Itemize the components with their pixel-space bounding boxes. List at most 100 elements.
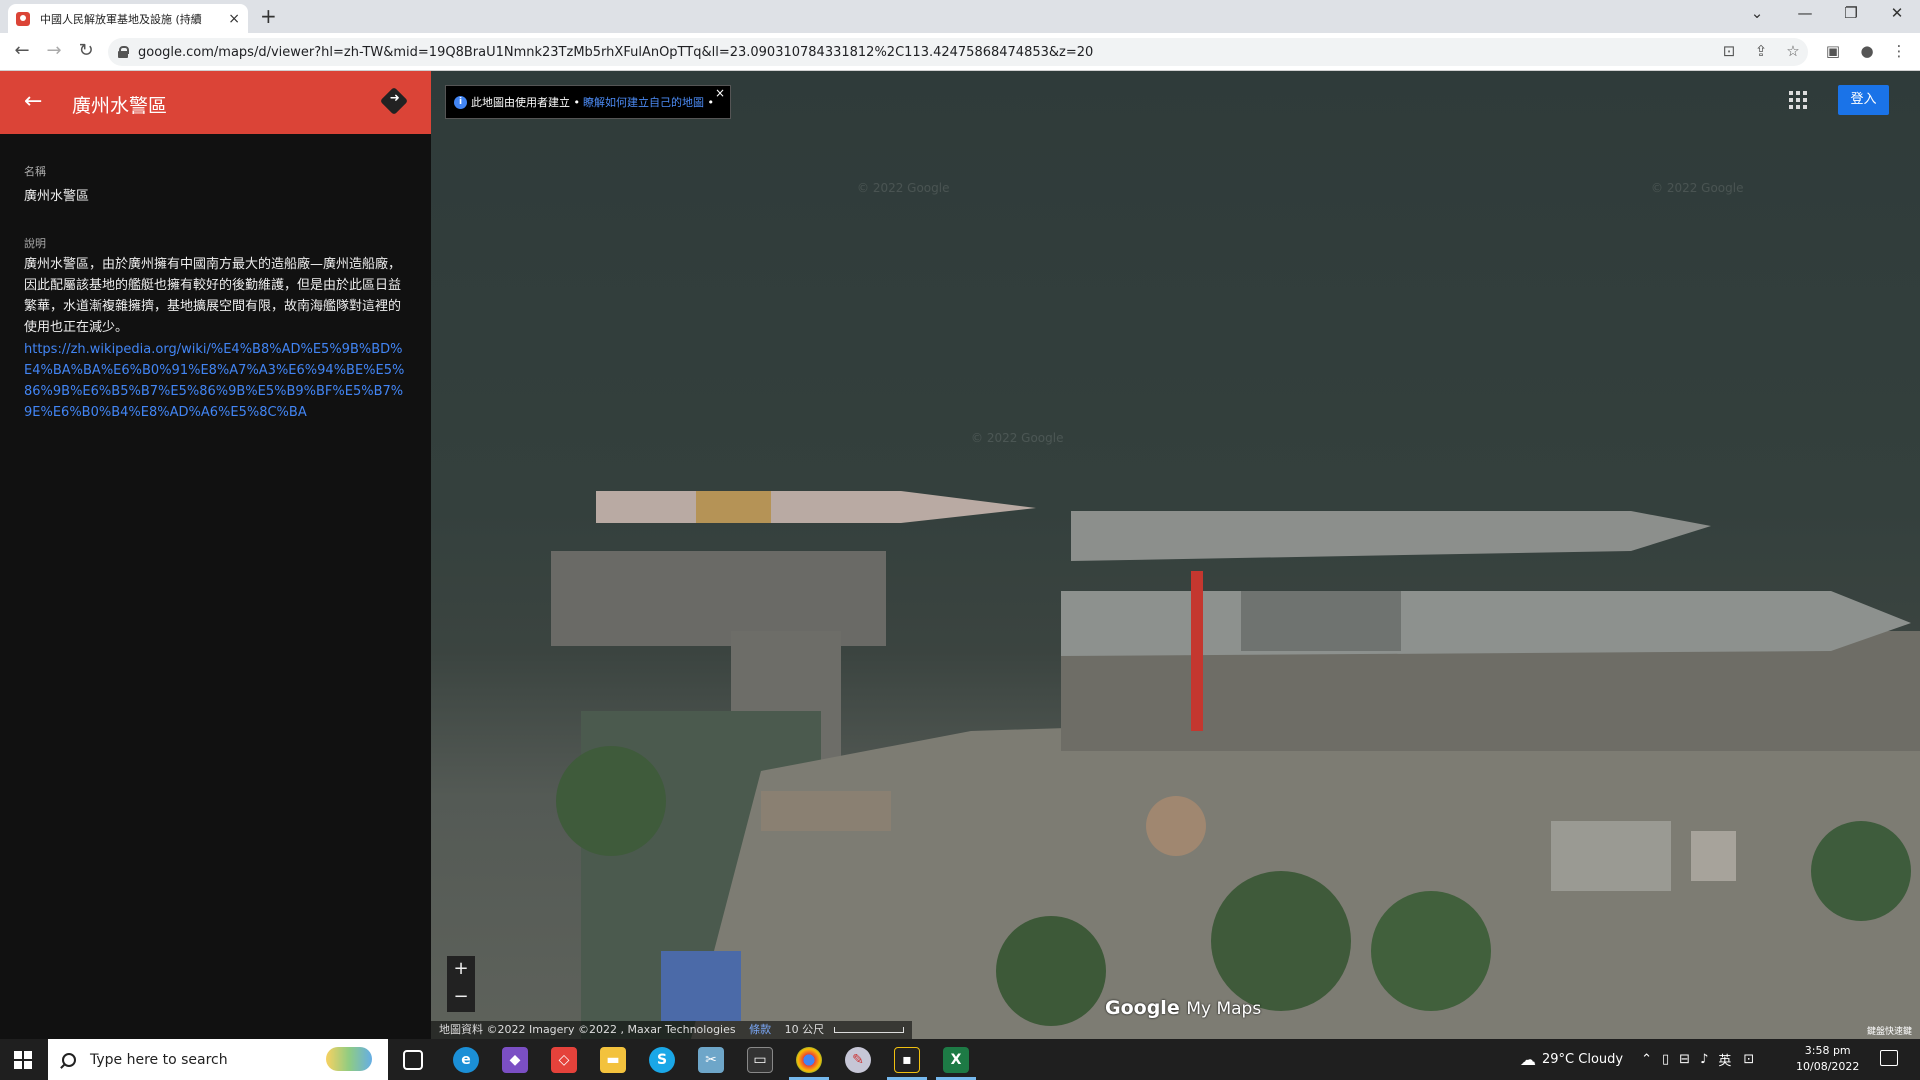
forward-icon[interactable]: → xyxy=(42,41,66,61)
name-label: 名稱 xyxy=(24,165,46,178)
building xyxy=(761,791,891,831)
satellite-imagery xyxy=(551,491,1920,1039)
battery-icon[interactable]: ▯ xyxy=(1662,1052,1669,1067)
volume-icon[interactable]: ♪ xyxy=(1700,1052,1708,1067)
directions-icon[interactable] xyxy=(379,86,409,116)
bookmark-star-icon[interactable]: ☆ xyxy=(1782,42,1804,60)
windows-taskbar: Type here to search e ◆ ◇ ▬ S ✂ ▭ ✎ ▪ X … xyxy=(0,1039,1920,1080)
minimize-button[interactable]: — xyxy=(1790,4,1820,22)
system-tray: ☁ 29°C Cloudy ⌃ ▯ ⊟ ♪ 英 ⊡ xyxy=(1520,1039,1754,1080)
windows-start-icon[interactable] xyxy=(14,1051,32,1069)
date-text: 10/08/2022 xyxy=(1796,1060,1860,1073)
taskbar-search-box[interactable]: Type here to search xyxy=(48,1039,388,1080)
share-icon[interactable]: ⇪ xyxy=(1750,42,1772,60)
notice-close-button[interactable]: × xyxy=(715,86,725,100)
clock[interactable]: 3:58 pm 10/08/2022 xyxy=(1796,1043,1859,1075)
maps-favicon-icon xyxy=(16,11,30,26)
address-bar[interactable]: google.com/maps/d/viewer?hl=zh-TW&mid=19… xyxy=(108,38,1808,66)
keyboard-shortcuts-link[interactable]: 鍵盤快速鍵 xyxy=(1867,1024,1912,1037)
feature-details-panel: ← 廣州水警區 名稱 廣州水警區 說明 廣州水警區，由於廣州擁有中國南方最大的造… xyxy=(0,71,431,1039)
new-tab-button[interactable]: + xyxy=(260,4,277,28)
map-watermark: © 2022 Google xyxy=(971,431,1064,445)
panel-title: 廣州水警區 xyxy=(72,95,168,117)
file-explorer-icon[interactable]: ▬ xyxy=(600,1047,626,1073)
search-highlight-illustration xyxy=(326,1047,372,1071)
tab-title: 中國人民解放軍基地及設施 (持續 xyxy=(40,12,202,26)
name-value: 廣州水警區 xyxy=(24,189,90,204)
weather-text[interactable]: 29°C Cloudy xyxy=(1542,1052,1623,1067)
sidebar-icon[interactable]: ▣ xyxy=(1822,42,1844,60)
map-attribution-bar: 地圖資料 ©2022 Imagery ©2022 , Maxar Technol… xyxy=(431,1021,912,1039)
map-watermark: © 2022 Google xyxy=(857,181,950,195)
close-window-button[interactable]: ✕ xyxy=(1882,4,1912,22)
learn-create-map-link[interactable]: 瞭解如何建立自己的地圖 xyxy=(583,94,704,110)
ime-mode-icon[interactable]: ⊡ xyxy=(1743,1052,1754,1067)
round-structure xyxy=(1146,796,1206,856)
chrome-icon[interactable] xyxy=(796,1047,822,1073)
zoom-in-button[interactable]: + xyxy=(447,956,475,984)
back-icon[interactable]: ← xyxy=(10,41,34,61)
tab-search-icon[interactable]: ⌄ xyxy=(1742,4,1772,22)
terminal-icon[interactable]: ▭ xyxy=(747,1047,773,1073)
edge-icon[interactable]: e xyxy=(453,1047,479,1073)
info-icon: i xyxy=(454,95,467,109)
blue-roof-building xyxy=(661,951,741,1021)
scale-label[interactable]: 10 公尺 xyxy=(785,1023,825,1036)
sign-in-button[interactable]: 登入 xyxy=(1838,85,1889,115)
description-label: 說明 xyxy=(24,237,46,250)
lock-icon[interactable] xyxy=(118,46,129,58)
scale-bar xyxy=(833,1027,904,1033)
browser-tab-strip: 中國人民解放軍基地及設施 (持續 × + ⌄ — ❐ ✕ xyxy=(0,0,1920,33)
tree-cluster xyxy=(1811,821,1911,921)
show-hidden-icons-icon[interactable]: ⌃ xyxy=(1641,1052,1652,1067)
url-text: google.com/maps/d/viewer?hl=zh-TW&mid=19… xyxy=(138,44,1094,60)
tree-cluster xyxy=(996,916,1106,1026)
zoom-out-button[interactable]: − xyxy=(447,984,475,1012)
description-text: 廣州水警區，由於廣州擁有中國南方最大的造船廠—廣州造船廠，因此配屬該基地的艦艇也… xyxy=(24,257,402,335)
ship-deck-1 xyxy=(696,491,771,523)
skype-icon[interactable]: S xyxy=(649,1047,675,1073)
attribution-text: 地圖資料 ©2022 Imagery ©2022 , Maxar Technol… xyxy=(439,1023,736,1036)
network-icon[interactable]: ⊟ xyxy=(1679,1052,1690,1067)
excel-icon[interactable]: X xyxy=(943,1047,969,1073)
paint-icon[interactable]: ✎ xyxy=(845,1047,871,1073)
red-crane xyxy=(1191,571,1203,731)
tree-cluster xyxy=(1371,891,1491,1011)
user-created-map-notice: i 此地圖由使用者建立 • 瞭解如何建立自己的地圖 • × xyxy=(445,85,731,119)
browser-tab[interactable]: 中國人民解放軍基地及設施 (持續 × xyxy=(8,4,248,33)
panel-header: ← 廣州水警區 xyxy=(0,71,431,134)
translate-icon[interactable]: ⊡ xyxy=(1718,42,1740,60)
tree-cluster xyxy=(1211,871,1351,1011)
browser-toolbar: ← → ↻ google.com/maps/d/viewer?hl=zh-TW&… xyxy=(0,33,1920,71)
visual-studio-icon[interactable]: ◆ xyxy=(502,1047,528,1073)
time-text: 3:58 pm xyxy=(1804,1044,1851,1057)
building xyxy=(1691,831,1736,881)
wikipedia-link[interactable]: https://zh.wikipedia.org/wiki/%E4%B8%AD%… xyxy=(24,339,409,423)
sticky-notes-icon[interactable]: ▪ xyxy=(894,1047,920,1073)
ship-superstructure-3 xyxy=(1241,591,1401,651)
search-placeholder: Type here to search xyxy=(90,1051,228,1068)
snipping-tool-icon[interactable]: ✂ xyxy=(698,1047,724,1073)
task-view-icon[interactable] xyxy=(403,1050,423,1070)
terms-link[interactable]: 條款 xyxy=(749,1023,771,1036)
ime-indicator[interactable]: 英 xyxy=(1718,1050,1731,1069)
building xyxy=(1551,821,1671,891)
map-watermark: © 2022 Google xyxy=(1651,181,1744,195)
tab-close-button[interactable]: × xyxy=(228,11,240,27)
anydesk-icon[interactable]: ◇ xyxy=(551,1047,577,1073)
profile-avatar-icon[interactable]: ● xyxy=(1856,42,1878,60)
restore-button[interactable]: ❐ xyxy=(1836,4,1866,22)
google-apps-icon[interactable] xyxy=(1789,91,1807,109)
ship-hull-2 xyxy=(1071,511,1711,561)
weather-cloud-icon[interactable]: ☁ xyxy=(1520,1050,1536,1069)
back-arrow-icon[interactable]: ← xyxy=(24,89,42,114)
ship-hull-1 xyxy=(596,491,1036,523)
search-icon xyxy=(62,1052,76,1067)
ship-hull-3 xyxy=(1061,591,1911,656)
tree-cluster xyxy=(556,746,666,856)
menu-kebab-icon[interactable]: ⋮ xyxy=(1888,42,1910,60)
notice-text: 此地圖由使用者建立 xyxy=(471,96,570,109)
satellite-map[interactable]: © 2022 Google © 2022 Google © 2022 Googl… xyxy=(431,71,1920,1039)
notification-center-icon[interactable] xyxy=(1880,1050,1898,1066)
reload-icon[interactable]: ↻ xyxy=(74,41,98,61)
